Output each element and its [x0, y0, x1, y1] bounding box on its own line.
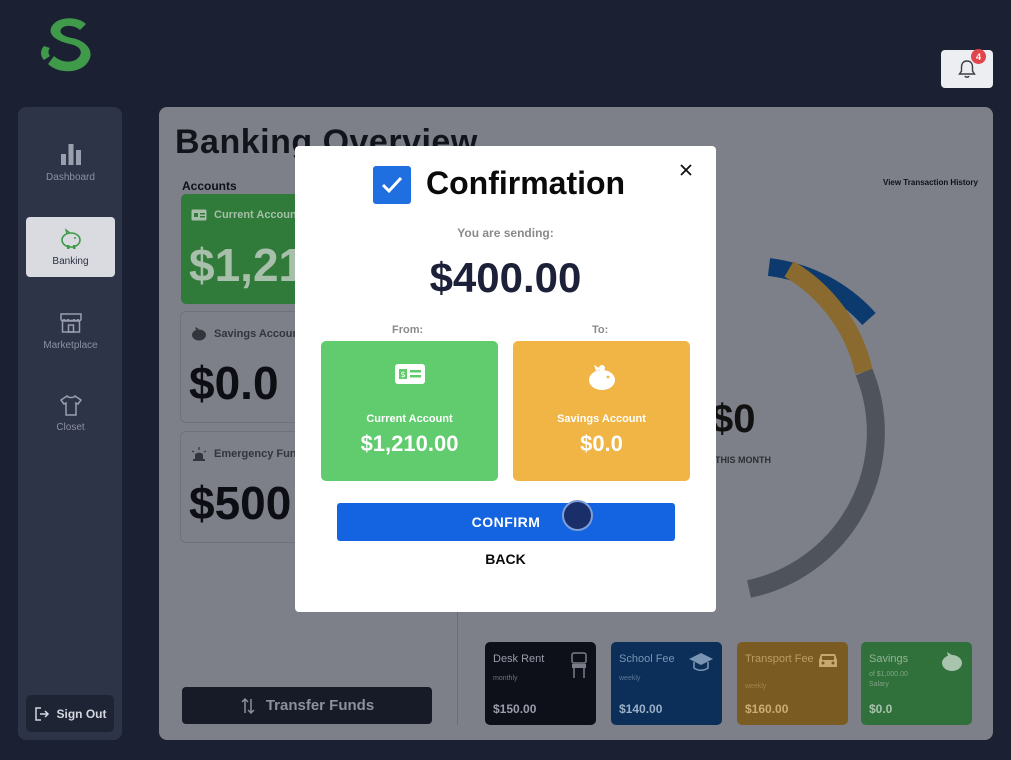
transfer-amount: $400.00 [429, 254, 582, 301]
to-account-balance: $0.0 [580, 431, 623, 456]
to-account-card: Savings Account $0.0 [513, 341, 690, 481]
checkbox-checked-icon [373, 166, 411, 204]
piggy-bank-icon [588, 365, 615, 390]
confirmation-modal: Confirmation You are sending: $400.00 Fr… [295, 146, 716, 612]
to-label: To: [592, 324, 609, 336]
cursor-indicator [562, 500, 593, 531]
svg-text:$: $ [400, 370, 405, 379]
to-account-name: Savings Account [557, 413, 646, 425]
card-icon: $ [394, 364, 425, 384]
from-account-balance: $1,210.00 [360, 431, 459, 456]
from-label: From: [392, 324, 424, 336]
back-button[interactable]: BACK [295, 551, 716, 567]
sending-label: You are sending: [457, 226, 554, 240]
close-icon[interactable] [678, 162, 694, 178]
from-account-card: $ Current Account $1,210.00 [321, 341, 498, 481]
from-account-name: Current Account [366, 413, 453, 425]
confirm-button[interactable]: CONFIRM [337, 503, 675, 541]
modal-title: Confirmation [426, 165, 626, 201]
